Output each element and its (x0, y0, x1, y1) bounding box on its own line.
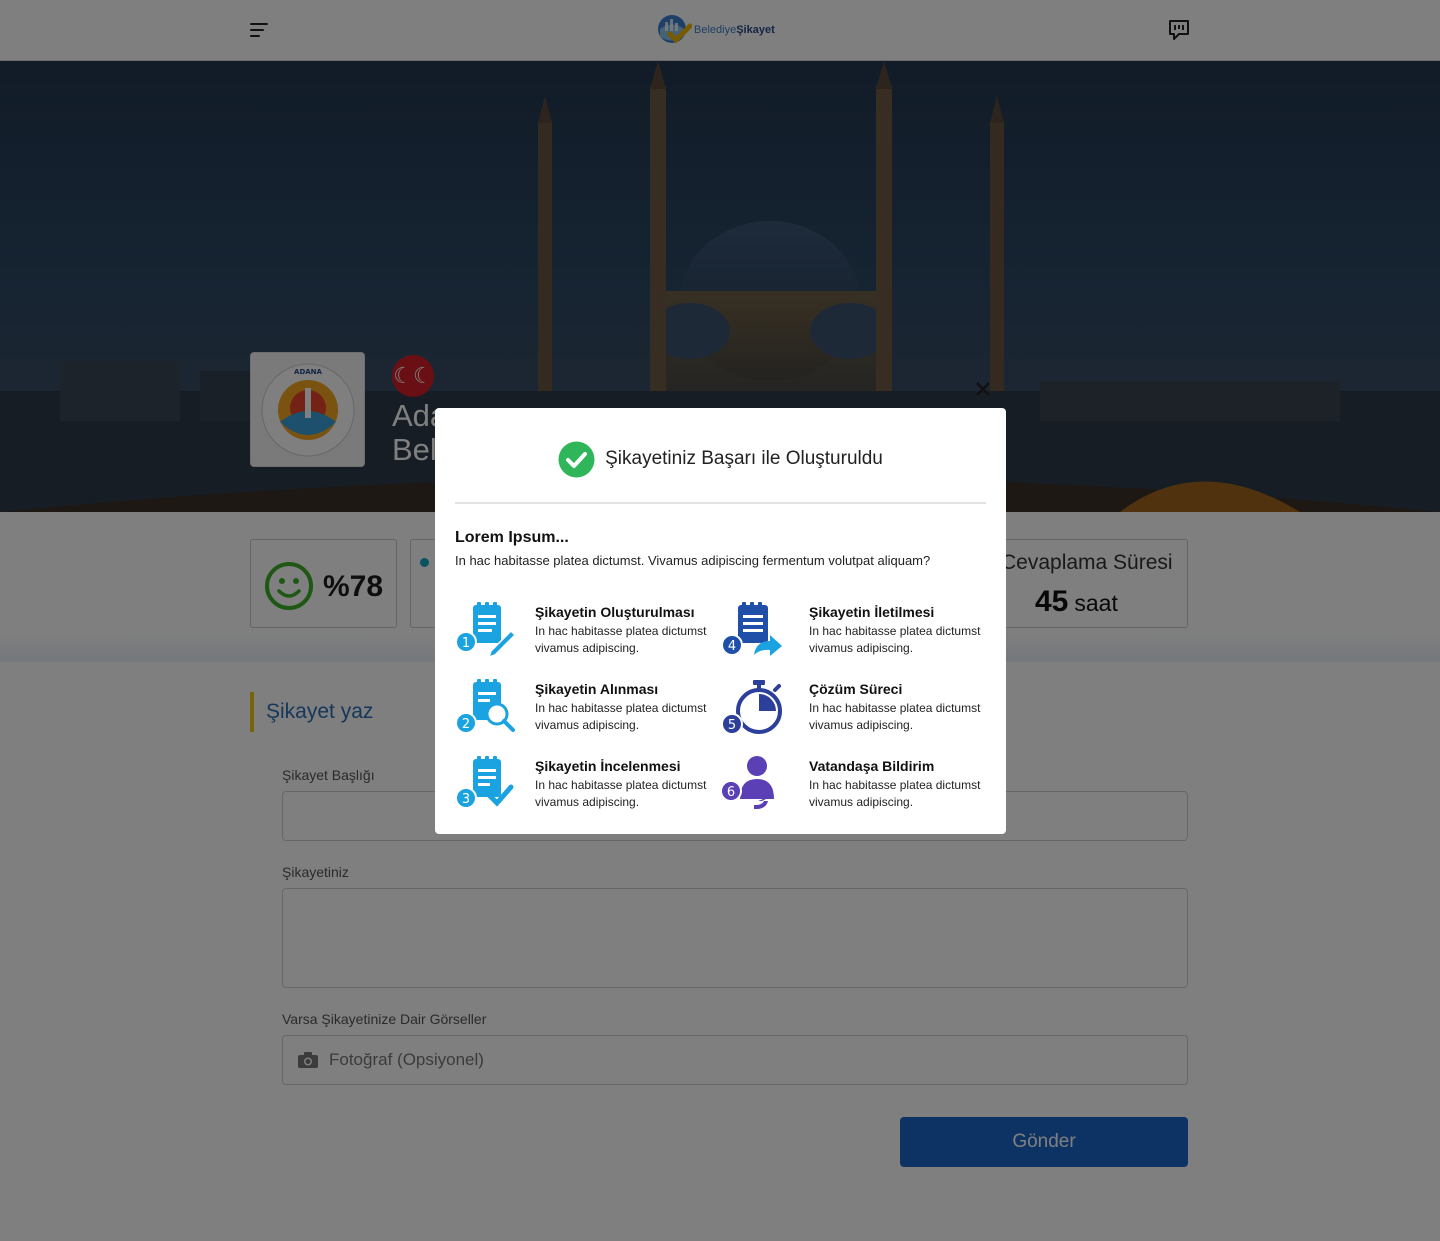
close-icon[interactable] (975, 381, 991, 397)
step-title: Şikayetin İletilmesi (809, 604, 935, 620)
step-description: In hac habitasse platea dictumst vivamus… (809, 778, 981, 809)
step-3: 3 Şikayetin İncelenmesi In hac habitasse… (455, 755, 715, 819)
svg-text:3: 3 (462, 792, 470, 807)
svg-text:6: 6 (727, 785, 735, 800)
step-description: In hac habitasse platea dictumst vivamus… (809, 701, 981, 732)
person-notify-icon: 6 (720, 756, 774, 809)
svg-text:4: 4 (728, 639, 736, 654)
step-title: Şikayetin Alınması (535, 681, 659, 697)
step-1: 1 Şikayetin Oluşturulması In hac habitas… (455, 601, 715, 665)
clipboard-forward-icon: 4 (721, 602, 782, 656)
step-description: In hac habitasse platea dictumst vivamus… (535, 624, 707, 655)
stopwatch-icon: 5 (721, 680, 782, 735)
step-2: 2 Şikayetin Alınması In hac habitasse pl… (455, 678, 715, 742)
clipboard-pencil-icon: 1 (455, 602, 517, 659)
step-5: 5 Çözüm Süreci In hac habitasse platea d… (720, 678, 980, 742)
svg-text:5: 5 (728, 718, 736, 733)
clipboard-check-icon: 3 (455, 756, 514, 809)
success-modal: Şikayetiniz Başarı ile Oluşturuldu Lorem… (435, 408, 1006, 834)
step-description: In hac habitasse platea dictumst vivamus… (809, 624, 981, 655)
step-title: Vatandaşa Bildirim (809, 758, 935, 774)
modal-divider (455, 502, 986, 504)
step-title: Şikayetin Oluşturulması (535, 604, 695, 620)
step-description: In hac habitasse platea dictumst vivamus… (535, 701, 707, 732)
clipboard-search-icon: 2 (455, 679, 515, 734)
modal-subtitle: Lorem Ipsum... (455, 529, 569, 546)
modal-header: Şikayetiniz Başarı ile Oluşturuldu (435, 440, 1006, 478)
step-6: 6 Vatandaşa Bildirim In hac habitasse pl… (720, 755, 980, 819)
svg-text:1: 1 (462, 636, 470, 651)
step-title: Çözüm Süreci (809, 681, 903, 697)
success-check-icon (558, 441, 595, 477)
svg-text:2: 2 (462, 717, 470, 732)
step-title: Şikayetin İncelenmesi (535, 758, 681, 774)
modal-title: Şikayetiniz Başarı ile Oluşturuldu (605, 448, 883, 469)
modal-description: In hac habitasse platea dictumst. Vivamu… (455, 553, 931, 568)
step-description: In hac habitasse platea dictumst vivamus… (535, 778, 707, 809)
step-4: 4 Şikayetin İletilmesi In hac habitasse … (720, 601, 980, 665)
